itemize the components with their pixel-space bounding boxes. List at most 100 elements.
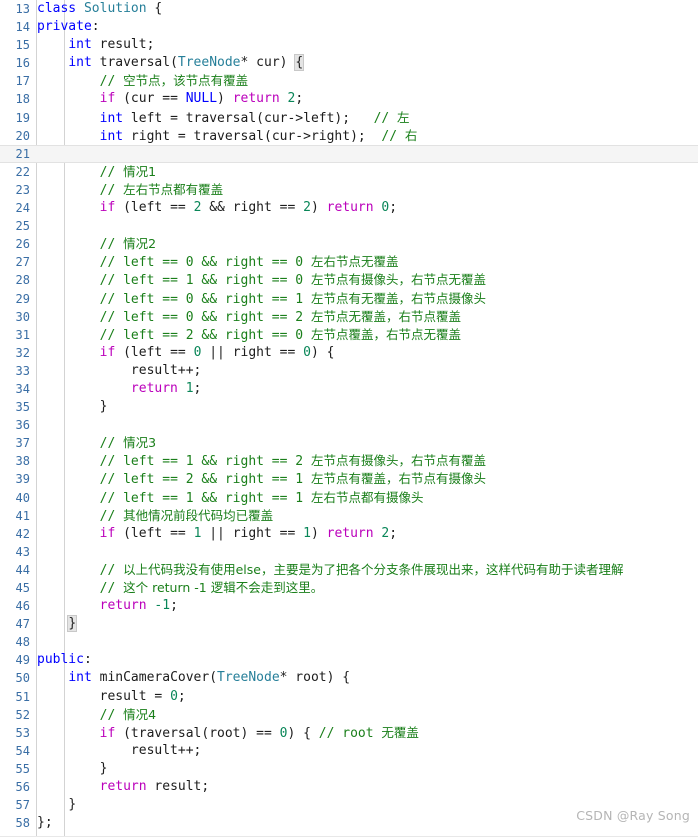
code-line[interactable]: 16 int traversal(TreeNode* cur) { xyxy=(0,54,698,72)
code-token: 左节点有摄像头，右节点有覆盖 xyxy=(310,453,486,469)
code-line[interactable]: 51 result = 0; xyxy=(0,688,698,706)
code-line[interactable]: 14 private: xyxy=(0,18,698,36)
code-line-content: result++; xyxy=(37,362,698,380)
line-number: 19 xyxy=(15,110,30,125)
code-line[interactable]: 35 } xyxy=(0,398,698,416)
code-line[interactable]: 50 int minCameraCover(TreeNode* root) { xyxy=(0,669,698,687)
code-line[interactable]: 42 if (left == 1 || right == 1) return 2… xyxy=(0,525,698,543)
code-line[interactable]: 26 // 情况2 xyxy=(0,235,698,253)
code-token: TreeNode xyxy=(217,670,280,686)
line-number: 45 xyxy=(15,581,30,595)
code-line-content: if (cur == NULL) return 2; xyxy=(37,90,698,108)
code-token: 2 xyxy=(303,200,311,216)
code-token: // left == 0 && right == 0 xyxy=(99,255,311,271)
code-line[interactable]: 44 // 以上代码我没有使用else，主要是为了把各个分支条件展现出来，这样代… xyxy=(0,561,698,579)
code-line[interactable]: 32 if (left == 0 || right == 0) { xyxy=(0,344,698,362)
code-editor[interactable]: 13 class Solution {14 private: 15 int resul… xyxy=(0,0,698,837)
line-number: 41 xyxy=(15,508,30,523)
code-line[interactable]: 30 // left == 0 && right == 2 左节点无覆盖，右节点… xyxy=(0,308,698,326)
code-line-content: class Solution { xyxy=(37,0,698,18)
code-token: // left == 1 && right == 1 xyxy=(99,490,311,506)
code-line[interactable]: 54 result++; xyxy=(0,742,698,760)
code-token: // xyxy=(99,182,124,198)
code-line[interactable]: 53 if (traversal(root) == 0) { // root 无… xyxy=(0,724,698,742)
code-line[interactable]: 56 return result; xyxy=(0,778,698,796)
code-line[interactable]: 52 // 情况4 xyxy=(0,706,698,724)
code-line[interactable]: 23 // 左右节点都有覆盖 xyxy=(0,181,698,199)
code-token: result; xyxy=(91,37,155,53)
code-token: } xyxy=(68,797,77,813)
code-token: return xyxy=(99,598,147,614)
line-number: 36 xyxy=(15,418,30,433)
code-token: 左右节点无覆盖 xyxy=(310,254,399,270)
code-line[interactable]: 40 // left == 1 && right == 1 左右节点都有摄像头 xyxy=(0,489,698,507)
code-line[interactable]: 46 return -1; xyxy=(0,597,698,615)
code-token: result; xyxy=(146,779,210,795)
code-line[interactable]: 48 xyxy=(0,633,698,651)
code-line[interactable]: 17 // 空节点，该节点有覆盖 xyxy=(0,72,698,90)
code-line-active[interactable]: 21 xyxy=(0,144,698,163)
line-number: 44 xyxy=(15,562,30,577)
code-token: (left == xyxy=(115,200,194,216)
code-line[interactable]: 31 // left == 2 && right == 0 左节点覆盖，右节点无… xyxy=(0,326,698,344)
code-lines-container[interactable]: 13 class Solution {14 private: 15 int resul… xyxy=(0,0,698,832)
line-number: 47 xyxy=(15,617,30,632)
code-line[interactable]: 43 xyxy=(0,543,698,561)
code-line[interactable]: 37 // 情况3 xyxy=(0,434,698,452)
line-number: 32 xyxy=(15,345,30,360)
code-line[interactable]: 22 // 情况1 xyxy=(0,163,698,181)
code-token: 无覆盖 xyxy=(381,724,419,740)
code-line[interactable]: 38 // left == 1 && right == 2 左节点有摄像头，右节… xyxy=(0,452,698,470)
line-number: 52 xyxy=(15,707,30,722)
code-line[interactable]: 41 // 其他情况前段代码均已覆盖 xyxy=(0,507,698,525)
line-number: 16 xyxy=(15,56,30,71)
code-line[interactable]: 18 if (cur == NULL) return 2; xyxy=(0,90,698,108)
code-line[interactable]: 45 // 这个 return -1 逻辑不会走到这里。 xyxy=(0,579,698,597)
code-line[interactable]: 34 return 1; xyxy=(0,380,698,398)
code-token: ; xyxy=(170,598,178,614)
code-token: 情况4 xyxy=(123,706,157,722)
code-token: return xyxy=(232,91,280,107)
code-line[interactable]: 24 if (left == 2 && right == 2) return 0… xyxy=(0,199,698,217)
code-line[interactable]: 55 } xyxy=(0,760,698,778)
code-line[interactable]: 27 // left == 0 && right == 0 左右节点无覆盖 xyxy=(0,253,698,271)
code-line[interactable]: 47 } xyxy=(0,615,698,633)
code-token: -1 xyxy=(154,598,171,614)
code-token: return xyxy=(326,200,374,216)
code-line[interactable]: 15 int result; xyxy=(0,36,698,54)
code-line[interactable]: 25 xyxy=(0,217,698,235)
code-line-content: // 情况3 xyxy=(37,434,698,453)
code-line[interactable]: 49 public: xyxy=(0,651,698,669)
code-token: 这个 return -1 逻辑不会走到这里。 xyxy=(123,580,324,595)
line-number: 20 xyxy=(15,128,30,143)
code-token: return xyxy=(326,525,374,541)
line-number: 58 xyxy=(15,816,30,831)
code-line[interactable]: 20 int right = traversal(cur->right); //… xyxy=(0,127,698,145)
code-line-content: } xyxy=(37,615,698,633)
line-number: 54 xyxy=(15,743,30,758)
code-line[interactable]: 19 int left = traversal(cur->left); // 左 xyxy=(0,109,698,127)
code-token: // xyxy=(99,707,124,723)
code-token: right = traversal(cur->right); xyxy=(123,128,382,144)
code-line[interactable]: 39 // left == 2 && right == 1 左节点有覆盖，右节点… xyxy=(0,470,698,488)
code-line[interactable]: 36 xyxy=(0,416,698,434)
code-line[interactable]: 29 // left == 0 && right == 1 左节点有无覆盖，右节… xyxy=(0,290,698,308)
code-line-content: // left == 0 && right == 0 左右节点无覆盖 xyxy=(37,253,698,272)
code-token: 左节点覆盖，右节点无覆盖 xyxy=(310,326,461,342)
code-line[interactable]: 33 result++; xyxy=(0,362,698,380)
code-token: 情况1 xyxy=(123,163,157,179)
code-line-content: int result; xyxy=(37,36,698,54)
code-line[interactable]: 28 // left == 1 && right == 0 左节点有摄像头，右节… xyxy=(0,271,698,289)
code-line-content: int left = traversal(cur->left); // 左 xyxy=(37,109,698,128)
code-line-content: return 1; xyxy=(37,380,698,398)
code-line[interactable]: 13 class Solution { xyxy=(0,0,698,18)
